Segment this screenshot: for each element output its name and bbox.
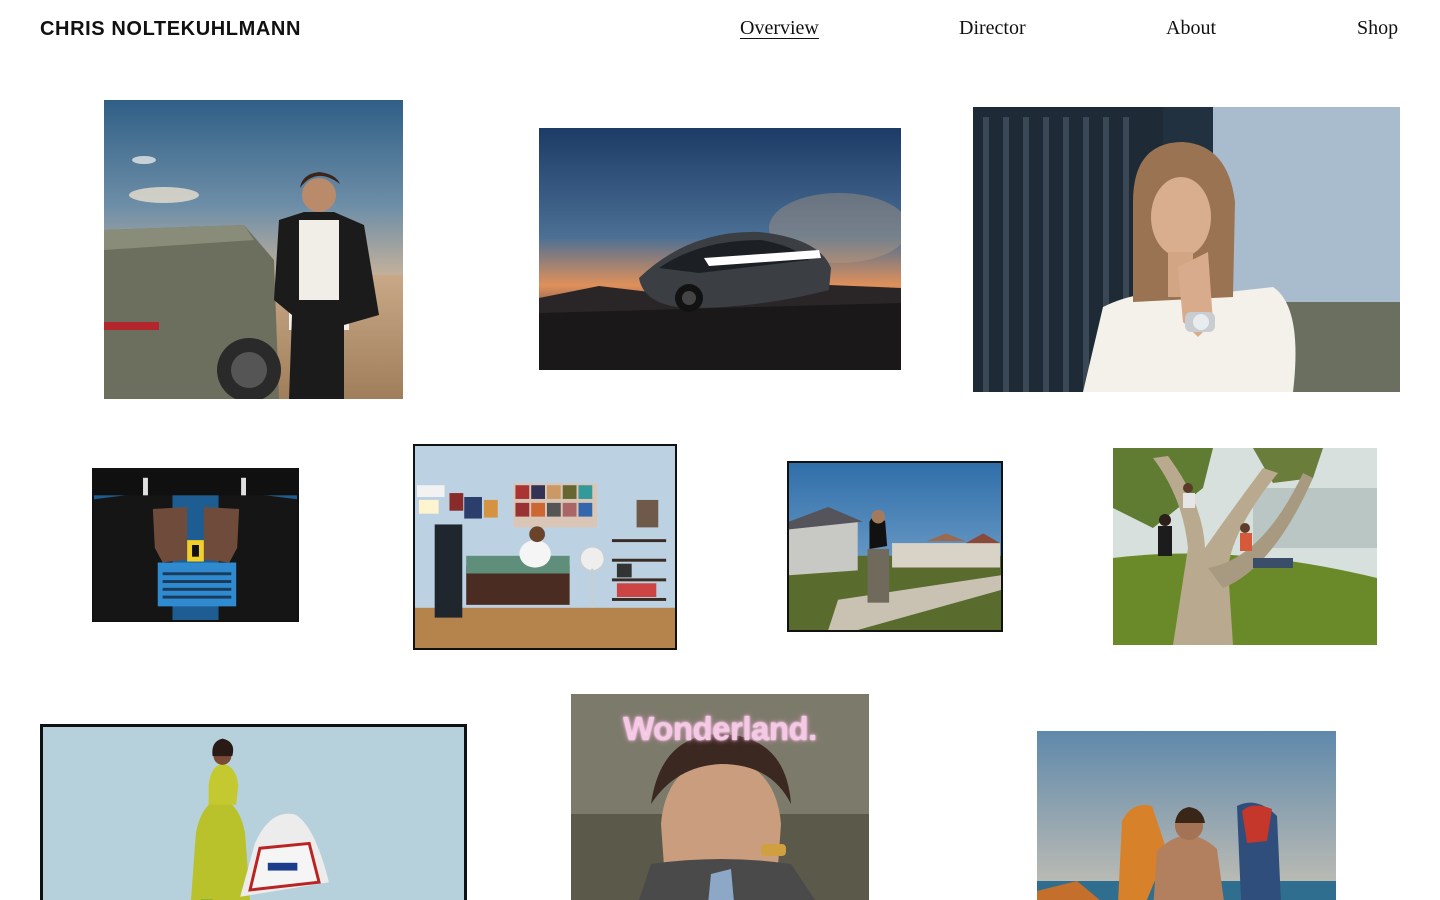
- nav-director[interactable]: Director: [959, 17, 1026, 40]
- photo-ferrari-hands: [94, 470, 297, 620]
- gallery-tile-bedroom[interactable]: [413, 444, 677, 650]
- nav-overview[interactable]: Overview: [740, 17, 819, 40]
- photo-bedroom: [415, 446, 675, 648]
- nav-about[interactable]: About: [1166, 17, 1216, 40]
- gallery-tile-tree-hill[interactable]: [1113, 448, 1377, 645]
- gallery-tile-car-sunset[interactable]: [539, 128, 901, 370]
- site-logo-link[interactable]: CHRIS NOLTEKUHLMANN: [40, 18, 301, 41]
- gallery-tile-man-desert-car[interactable]: [104, 100, 403, 399]
- gallery-tile-woman-watch[interactable]: [973, 107, 1400, 392]
- magazine-title: Wonderland.: [623, 710, 817, 747]
- photo-car-sunset: [539, 128, 901, 370]
- photo-green-dress-scooter: [43, 727, 464, 900]
- photo-man-desert-car: [104, 100, 403, 399]
- site-header: CHRIS NOLTEKUHLMANN Overview Director Ab…: [0, 0, 1440, 60]
- gallery-tile-green-dress-scooter[interactable]: [40, 724, 467, 900]
- gallery-tile-wonderland-cover[interactable]: Wonderland.: [571, 694, 869, 900]
- gallery-tile-ferrari-hands[interactable]: [92, 468, 299, 622]
- photo-suburb-street: [789, 463, 1001, 630]
- photo-man-towel-coast: [1037, 731, 1336, 900]
- photo-tree-hill: [1113, 448, 1377, 645]
- nav-shop[interactable]: Shop: [1357, 17, 1398, 40]
- gallery-tile-man-towel-coast[interactable]: [1037, 731, 1336, 900]
- gallery-tile-suburb-street[interactable]: [787, 461, 1003, 632]
- photo-woman-watch: [973, 107, 1400, 392]
